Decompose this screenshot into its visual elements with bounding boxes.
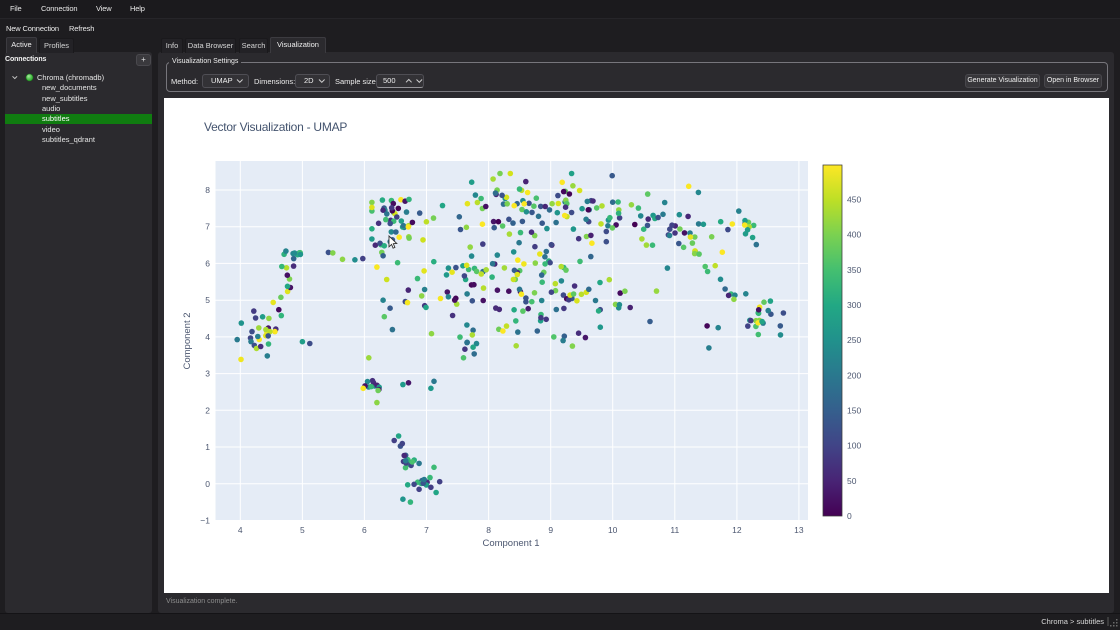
svg-text:5: 5 (300, 525, 305, 535)
svg-text:−1: −1 (200, 516, 210, 526)
svg-text:13: 13 (794, 525, 804, 535)
svg-text:6: 6 (205, 258, 210, 268)
svg-text:200: 200 (847, 370, 861, 380)
svg-text:7: 7 (424, 525, 429, 535)
svg-text:3: 3 (205, 369, 210, 379)
svg-text:Component 2: Component 2 (182, 312, 193, 369)
svg-text:4: 4 (205, 332, 210, 342)
svg-text:0: 0 (847, 511, 852, 521)
svg-text:9: 9 (548, 525, 553, 535)
svg-text:400: 400 (847, 230, 861, 240)
svg-text:300: 300 (847, 300, 861, 310)
svg-text:450: 450 (847, 195, 861, 205)
svg-text:8: 8 (486, 525, 491, 535)
svg-text:Vector Visualization - UMAP: Vector Visualization - UMAP (204, 120, 347, 134)
svg-text:150: 150 (847, 406, 861, 416)
svg-text:350: 350 (847, 265, 861, 275)
svg-text:8: 8 (205, 185, 210, 195)
svg-text:6: 6 (362, 525, 367, 535)
svg-text:7: 7 (205, 222, 210, 232)
svg-text:1: 1 (205, 442, 210, 452)
svg-text:12: 12 (732, 525, 742, 535)
svg-text:100: 100 (847, 441, 861, 451)
svg-text:4: 4 (238, 525, 243, 535)
svg-text:11: 11 (670, 525, 679, 535)
svg-text:50: 50 (847, 476, 857, 486)
svg-text:2: 2 (205, 405, 210, 415)
svg-text:5: 5 (205, 295, 210, 305)
svg-text:Component 1: Component 1 (482, 538, 539, 549)
svg-text:250: 250 (847, 335, 861, 345)
svg-text:0: 0 (205, 479, 210, 489)
svg-text:10: 10 (608, 525, 618, 535)
